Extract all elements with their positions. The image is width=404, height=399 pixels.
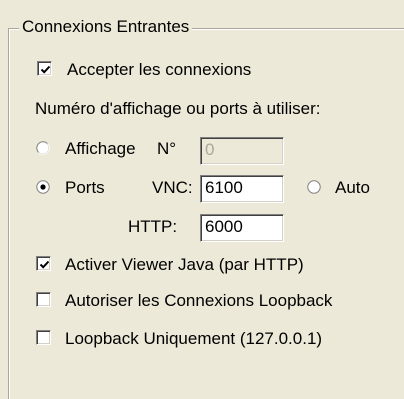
vnc-port-label: VNC: xyxy=(152,178,193,197)
display-number-field[interactable]: 0 xyxy=(200,137,284,165)
display-radio-label[interactable]: Affichage xyxy=(65,139,136,159)
display-number-label: N° xyxy=(157,139,177,158)
checkmark-icon xyxy=(39,260,50,269)
group-title: Connexions Entrantes xyxy=(19,17,193,37)
radio-dot-icon xyxy=(40,184,46,190)
allow-loopback-label[interactable]: Autoriser les Connexions Loopback xyxy=(65,291,332,311)
display-ports-prompt: Numéro d'affichage ou ports à utiliser: xyxy=(35,99,321,118)
ports-radio[interactable] xyxy=(36,180,50,194)
java-viewer-label[interactable]: Activer Viewer Java (par HTTP) xyxy=(65,255,304,275)
loopback-only-label[interactable]: Loopback Uniquement (127.0.0.1) xyxy=(65,329,322,349)
display-radio[interactable] xyxy=(36,141,50,155)
auto-radio[interactable] xyxy=(307,180,321,194)
allow-loopback-checkbox[interactable] xyxy=(36,292,51,307)
checkmark-icon xyxy=(40,65,51,74)
http-port-field[interactable]: 6000 xyxy=(200,214,284,242)
accept-connections-label[interactable]: Accepter les connexions xyxy=(67,60,251,80)
auto-radio-label[interactable]: Auto xyxy=(335,178,370,198)
loopback-only-checkbox[interactable] xyxy=(36,330,51,345)
accept-connections-checkbox[interactable] xyxy=(37,61,52,76)
vnc-port-field[interactable]: 6100 xyxy=(200,175,284,203)
java-viewer-checkbox[interactable] xyxy=(36,256,51,271)
http-port-label: HTTP: xyxy=(128,217,178,236)
ports-radio-label[interactable]: Ports xyxy=(65,178,105,198)
